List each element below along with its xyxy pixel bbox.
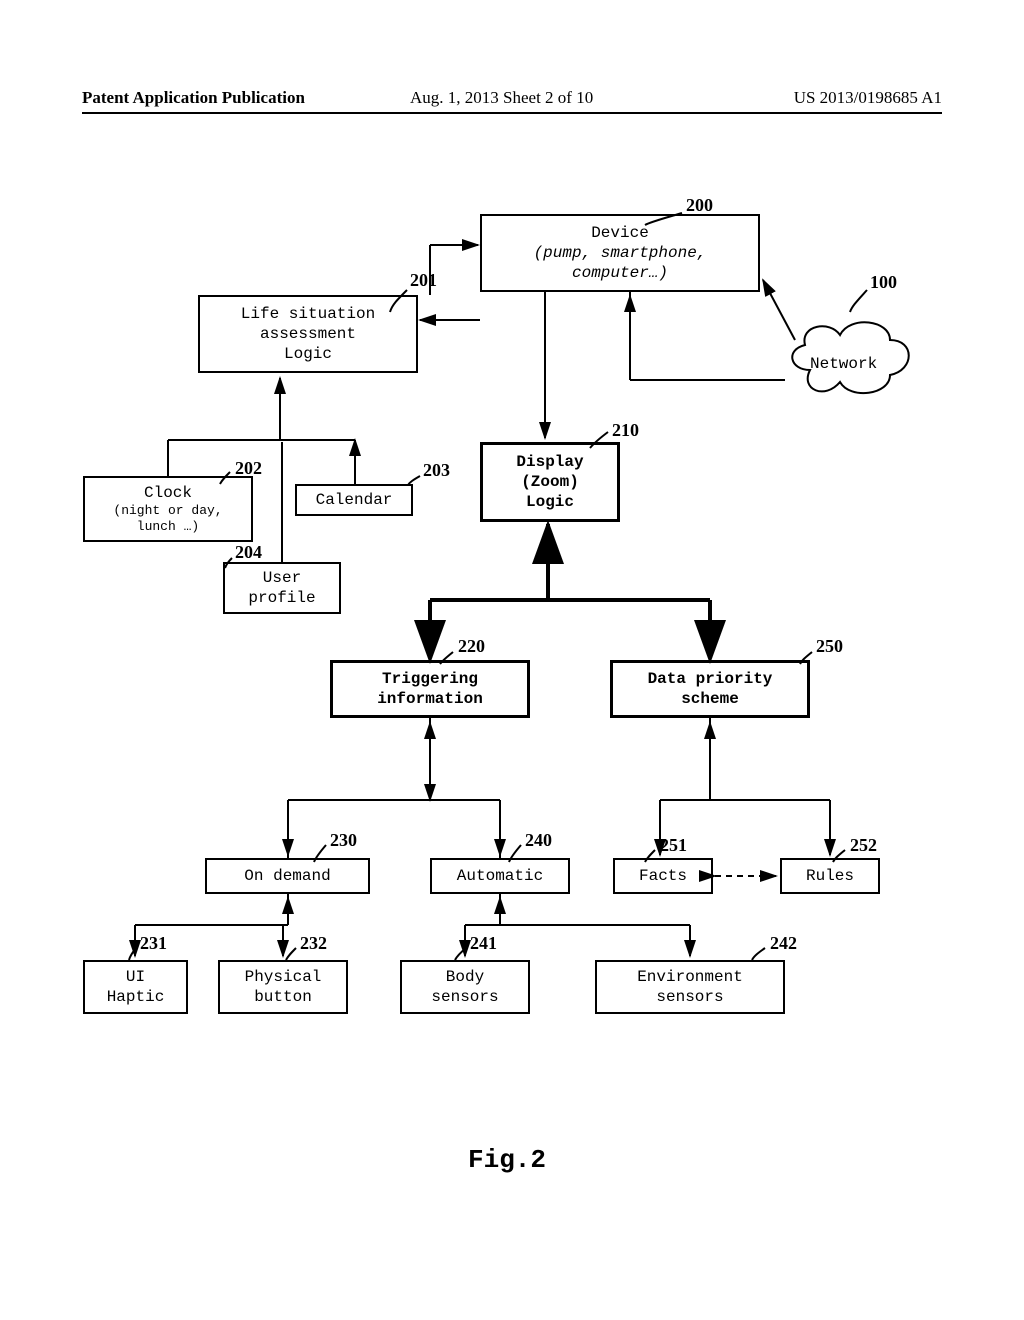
connector-layer: Rules dashed --> xyxy=(0,0,1024,1320)
